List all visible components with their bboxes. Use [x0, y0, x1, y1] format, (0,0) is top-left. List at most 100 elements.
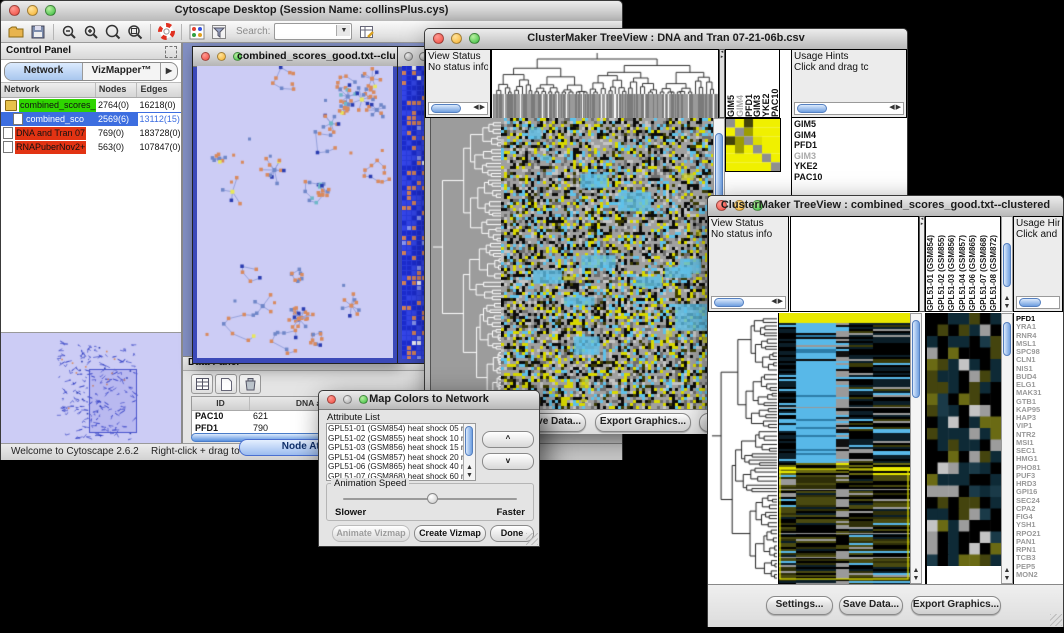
gene-label[interactable]: GIM3 [792, 151, 907, 162]
close-button[interactable] [404, 52, 413, 61]
help-lifering-icon[interactable] [157, 23, 175, 41]
network-row[interactable]: RNAPuberNov2+ 563(0) 107847(0) [1, 140, 181, 154]
attribute-item[interactable]: GPL51-03 (GSM856) heat shock 15 min [328, 443, 463, 453]
zoom-fit-icon[interactable] [126, 23, 144, 41]
usage-hints-panel: Usage Hints Click and [1013, 216, 1063, 312]
labels-vscrollbar[interactable]: ▲▼ [1001, 216, 1013, 312]
new-attribute-icon[interactable] [215, 374, 237, 394]
tab-overflow-icon[interactable]: ▶ [161, 63, 177, 80]
column-label[interactable]: GPL51-03 (GSM856) [947, 217, 958, 311]
treeview2-titlebar[interactable]: ClusterMaker TreeView : combined_scores_… [708, 196, 1063, 217]
column-dendrogram-area[interactable] [790, 216, 919, 312]
resize-grip[interactable] [526, 533, 538, 545]
expression-heatmap-canvas[interactable] [779, 313, 910, 584]
view-status-panel: View Status No status info ◀▶ [708, 216, 789, 312]
dialog-titlebar[interactable]: Map Colors to Network [319, 391, 539, 410]
row-dendrogram-canvas[interactable] [708, 313, 779, 584]
export-graphics-button[interactable]: Export Graphics... [595, 413, 691, 432]
network-view-titlebar[interactable]: combined_scores_good.txt--cluste... [193, 47, 398, 67]
column-label[interactable]: GIM3 [752, 50, 761, 117]
resize-grip[interactable] [1050, 614, 1062, 626]
network-row[interactable]: combined_sco 2569(6) 13112(15) [1, 112, 181, 126]
view-status-scrollbar[interactable]: ◀▶ [711, 296, 786, 309]
column-label[interactable]: GPL51-04 (GSM857) [958, 217, 969, 311]
view-status-scrollbar[interactable]: ◀▶ [428, 102, 488, 115]
column-label[interactable]: GPL51-01 (GSM854) [926, 217, 937, 311]
network-graph-canvas[interactable] [197, 66, 393, 358]
column-label[interactable]: GPL51-02 (GSM855) [937, 217, 948, 311]
animate-vizmap-button[interactable]: Animate Vizmap [332, 525, 410, 542]
slider-thumb[interactable] [427, 493, 438, 504]
col-id[interactable]: ID [192, 397, 250, 410]
main-titlebar[interactable]: Cytoscape Desktop (Session Name: collins… [1, 1, 622, 22]
scroll-arrows-icon[interactable]: ▲▼ [464, 464, 475, 480]
birdseye-view[interactable] [1, 332, 181, 443]
settings-button[interactable]: Settings... [766, 596, 833, 615]
save-icon[interactable] [29, 23, 47, 41]
tab-vizmapper[interactable]: VizMapper™ [83, 63, 161, 80]
gene-label[interactable]: YKE2 [792, 161, 907, 172]
scroll-arrows-icon[interactable]: ▲▼ [911, 567, 921, 583]
treeview1-titlebar[interactable]: ClusterMaker TreeView : DNA and Tran 07-… [425, 29, 907, 50]
column-label[interactable]: GIM4 [735, 50, 744, 117]
move-down-button[interactable]: v [482, 453, 534, 470]
minimize-button[interactable] [217, 52, 226, 61]
column-label[interactable]: GPL51-08 (GSM872) [989, 217, 1000, 311]
scroll-arrows-icon[interactable]: ▲▼ [1002, 295, 1012, 311]
usage-hints-scrollbar[interactable]: ◀▶ [794, 102, 904, 115]
column-label[interactable]: GPL51-06 (GSM865) [968, 217, 979, 311]
attribute-listbox[interactable]: GPL51-01 (GSM854) heat shock 05 minGPL51… [326, 423, 476, 481]
speed-slider[interactable] [343, 498, 517, 500]
vizmapper-icon[interactable] [188, 23, 206, 41]
column-dendrogram-canvas[interactable] [491, 49, 719, 119]
attribute-item[interactable]: GPL51-06 (GSM865) heat shock 40 min [328, 462, 463, 472]
table-icon[interactable] [191, 374, 213, 394]
network-row[interactable]: DNA and Tran 07 769(0) 183728(0) [1, 126, 181, 140]
create-vizmap-button[interactable]: Create Vizmap [414, 525, 486, 542]
zoom-vscrollbar[interactable]: ▲▼ [1001, 313, 1013, 584]
edit-table-icon[interactable] [358, 23, 376, 41]
zoom-in-icon[interactable] [82, 23, 100, 41]
filter-icon[interactable] [210, 23, 228, 41]
gene-label[interactable]: GIM5 [792, 119, 907, 130]
usage-hints-scrollbar[interactable] [1016, 296, 1060, 309]
search-dropdown-icon[interactable]: ▼ [336, 25, 350, 36]
float-panel-icon[interactable] [165, 46, 177, 58]
save-data-button[interactable]: Save Data... [839, 596, 903, 615]
zoomed-heatmap-canvas[interactable] [927, 313, 1001, 566]
attribute-item[interactable]: GPL51-02 (GSM855) heat shock 10 min [328, 434, 463, 444]
scroll-arrows-icon[interactable]: ◀▶ [771, 297, 784, 305]
search-input[interactable]: ▼ [274, 23, 352, 40]
gene-label[interactable]: MON2 [1014, 571, 1063, 579]
tab-network[interactable]: Network [5, 63, 83, 80]
col-nodes[interactable]: Nodes [96, 83, 138, 97]
list-vscrollbar[interactable]: ▲▼ [463, 424, 475, 480]
scroll-arrows-icon[interactable]: ◀▶ [889, 103, 902, 111]
zoom-selected-icon[interactable] [104, 23, 122, 41]
column-label[interactable]: GIM5 [726, 50, 735, 117]
gene-label[interactable]: GIM4 [792, 130, 907, 141]
attribute-item[interactable]: GPL51-01 (GSM854) heat shock 05 min [328, 424, 463, 434]
heatmap-vscrollbar[interactable]: ▲▼ [910, 313, 922, 584]
gene-label[interactable]: PAC10 [792, 172, 907, 183]
similarity-heatmap-canvas[interactable] [501, 118, 713, 409]
attribute-item[interactable]: GPL51-04 (GSM857) heat shock 20 min [328, 453, 463, 463]
move-up-button[interactable]: ^ [482, 431, 534, 448]
scroll-arrows-icon[interactable]: ▲▼ [1002, 567, 1012, 583]
column-label[interactable]: YKE2 [761, 50, 770, 117]
close-button[interactable] [201, 52, 210, 61]
scroll-arrows-icon[interactable]: ◀▶ [473, 103, 486, 111]
network-row[interactable]: combined_scores_ 2764(0) 16218(0) [1, 98, 181, 112]
column-label[interactable]: GPL51-07 (GSM868) [979, 217, 990, 311]
row-dendrogram-canvas[interactable] [431, 118, 501, 409]
col-edges[interactable]: Edges [137, 83, 181, 97]
delete-icon[interactable] [239, 374, 261, 394]
gene-label[interactable]: PFD1 [792, 140, 907, 151]
zoom-out-icon[interactable] [60, 23, 78, 41]
open-icon[interactable] [7, 23, 25, 41]
export-graphics-button[interactable]: Export Graphics... [911, 596, 1001, 615]
usage-hints-message: Click and [1016, 229, 1060, 240]
column-label[interactable]: PAC10 [770, 50, 779, 117]
col-network[interactable]: Network [1, 83, 96, 97]
cluster-submatrix-canvas[interactable] [725, 118, 781, 172]
